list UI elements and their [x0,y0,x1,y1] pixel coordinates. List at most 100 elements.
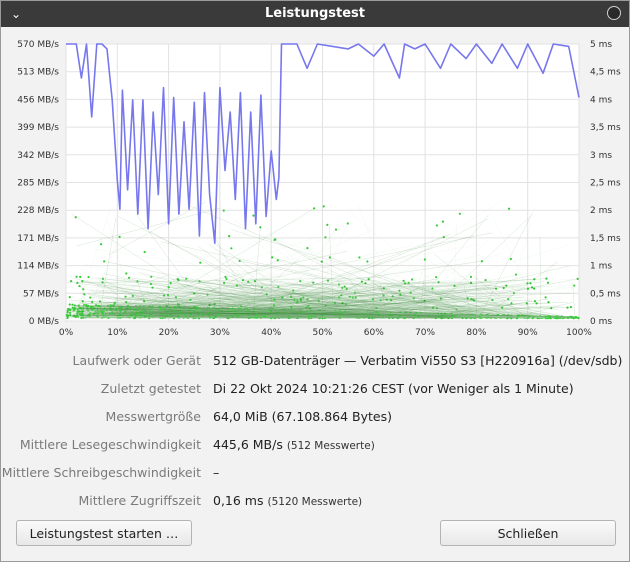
y-right-tick-label: 5 ms [590,40,612,50]
access-time-point [222,209,225,212]
access-time-point [70,280,73,283]
access-time-point [118,306,121,309]
field-value: 445,6 MB/s (512 Messwerte) [213,437,375,452]
access-time-point [126,304,130,308]
access-time-point [292,289,295,292]
field-sub: (512 Messwerte) [286,440,375,452]
access-time-point [573,284,576,287]
access-time-point [238,259,241,262]
access-time-point [78,312,82,316]
x-tick-label: 50% [312,328,332,338]
access-time-point [230,247,233,250]
y-right-tick-label: 0 ms [590,317,612,327]
access-time-point [274,238,277,241]
access-time-point [79,275,82,278]
access-time-point [469,275,473,279]
y-left-tick-label: 285 MB/s [17,179,59,189]
field-label: Mittlere Lesegeschwindigkeit [19,437,201,452]
access-time-point [376,311,379,314]
window-title: Leistungstest [264,6,366,21]
access-time-point [526,287,530,290]
access-time-point [532,315,535,318]
access-time-point [74,216,77,219]
y-left-tick-label: 570 MB/s [17,40,59,50]
access-time-point [526,282,529,285]
benchmark-window: ⌄ Leistungstest 0 MB/s 0 ms 57 MB/s 0,5 ms 1… [0,0,630,562]
access-time-point [195,307,198,310]
access-time-point [199,261,202,264]
field-label: Mittlere Schreibgeschwindigkeit [1,465,201,480]
access-time-point [140,314,144,317]
access-time-point [101,312,104,315]
access-time-point [252,214,255,217]
access-time-point [87,275,90,279]
access-time-point [360,280,364,283]
access-time-point [228,235,231,238]
access-time-point [118,235,121,238]
field-sample-size: Messwertgröße 64,0 MiB (67.108.864 Bytes… [1,409,629,429]
access-time-point [354,296,357,299]
start-benchmark-button[interactable]: Leistungstest starten … [16,520,192,546]
access-time-point [101,310,104,314]
x-tick-label: 40% [261,328,281,338]
x-tick-label: 70% [415,328,435,338]
access-time-point [546,281,550,284]
access-time-point [575,315,578,319]
access-time-point [453,284,456,287]
access-time-point [389,299,393,302]
field-avg-read: Mittlere Lesegeschwindigkeit 445,6 MB/s … [1,437,629,457]
access-time-point [509,257,512,261]
access-time-point [326,279,330,282]
x-tick-label: 60% [364,328,384,338]
access-time-point [324,236,327,239]
access-time-point [125,301,128,304]
x-tick-label: 80% [466,328,486,338]
access-time-point [143,250,146,254]
access-time-point [410,278,414,281]
y-right-tick-label: 3 ms [590,151,612,161]
y-right-tick-label: 4 ms [590,95,612,105]
access-time-point [272,304,275,307]
close-button[interactable]: Schließen [440,520,616,546]
x-tick-label: 20% [159,328,179,338]
access-time-point [322,205,325,208]
field-label: Laufwerk oder Gerät [72,353,201,368]
y-left-tick-label: 342 MB/s [17,151,59,161]
access-time-point [507,207,511,210]
field-value: – [213,465,220,480]
field-value: 0,16 ms (5120 Messwerte) [213,493,363,508]
access-time-point [125,272,128,275]
access-time-point [412,297,415,300]
x-tick-label: 90% [518,328,538,338]
access-time-point [435,275,438,279]
access-time-point [75,275,78,278]
access-time-point [549,315,552,319]
access-time-point [91,300,94,304]
access-time-point [458,212,461,215]
access-time-point [569,305,573,309]
close-icon[interactable] [607,6,621,20]
access-time-point [68,296,71,299]
y-right-tick-label: 2,5 ms [590,179,621,189]
field-sub: (5120 Messwerte) [267,496,363,508]
access-time-point [334,228,338,231]
access-time-point [76,308,79,311]
access-time-point [435,224,438,227]
y-left-tick-label: 57 MB/s [23,289,59,299]
y-left-tick-label: 513 MB/s [17,68,59,78]
access-time-point [231,307,234,310]
field-device: Laufwerk oder Gerät 512 GB-Datenträger —… [1,353,629,373]
field-label: Messwertgröße [105,409,201,424]
access-time-point [423,258,426,261]
y-right-tick-label: 0,5 ms [590,289,621,299]
title-bar: ⌄ Leistungstest [1,1,629,27]
access-time-point [441,220,445,223]
access-time-point [442,236,445,239]
access-time-point [100,243,103,246]
access-time-point [83,293,86,296]
access-time-point [133,316,137,320]
access-time-point [158,308,162,311]
access-time-point [306,246,309,250]
benchmark-chart-svg: 0 MB/s 0 ms 57 MB/s 0,5 ms 114 MB/s 1 ms 171 M… [17,40,621,338]
field-last-tested: Zuletzt getestet Di 22 Okt 2024 10:21:26… [1,381,629,401]
